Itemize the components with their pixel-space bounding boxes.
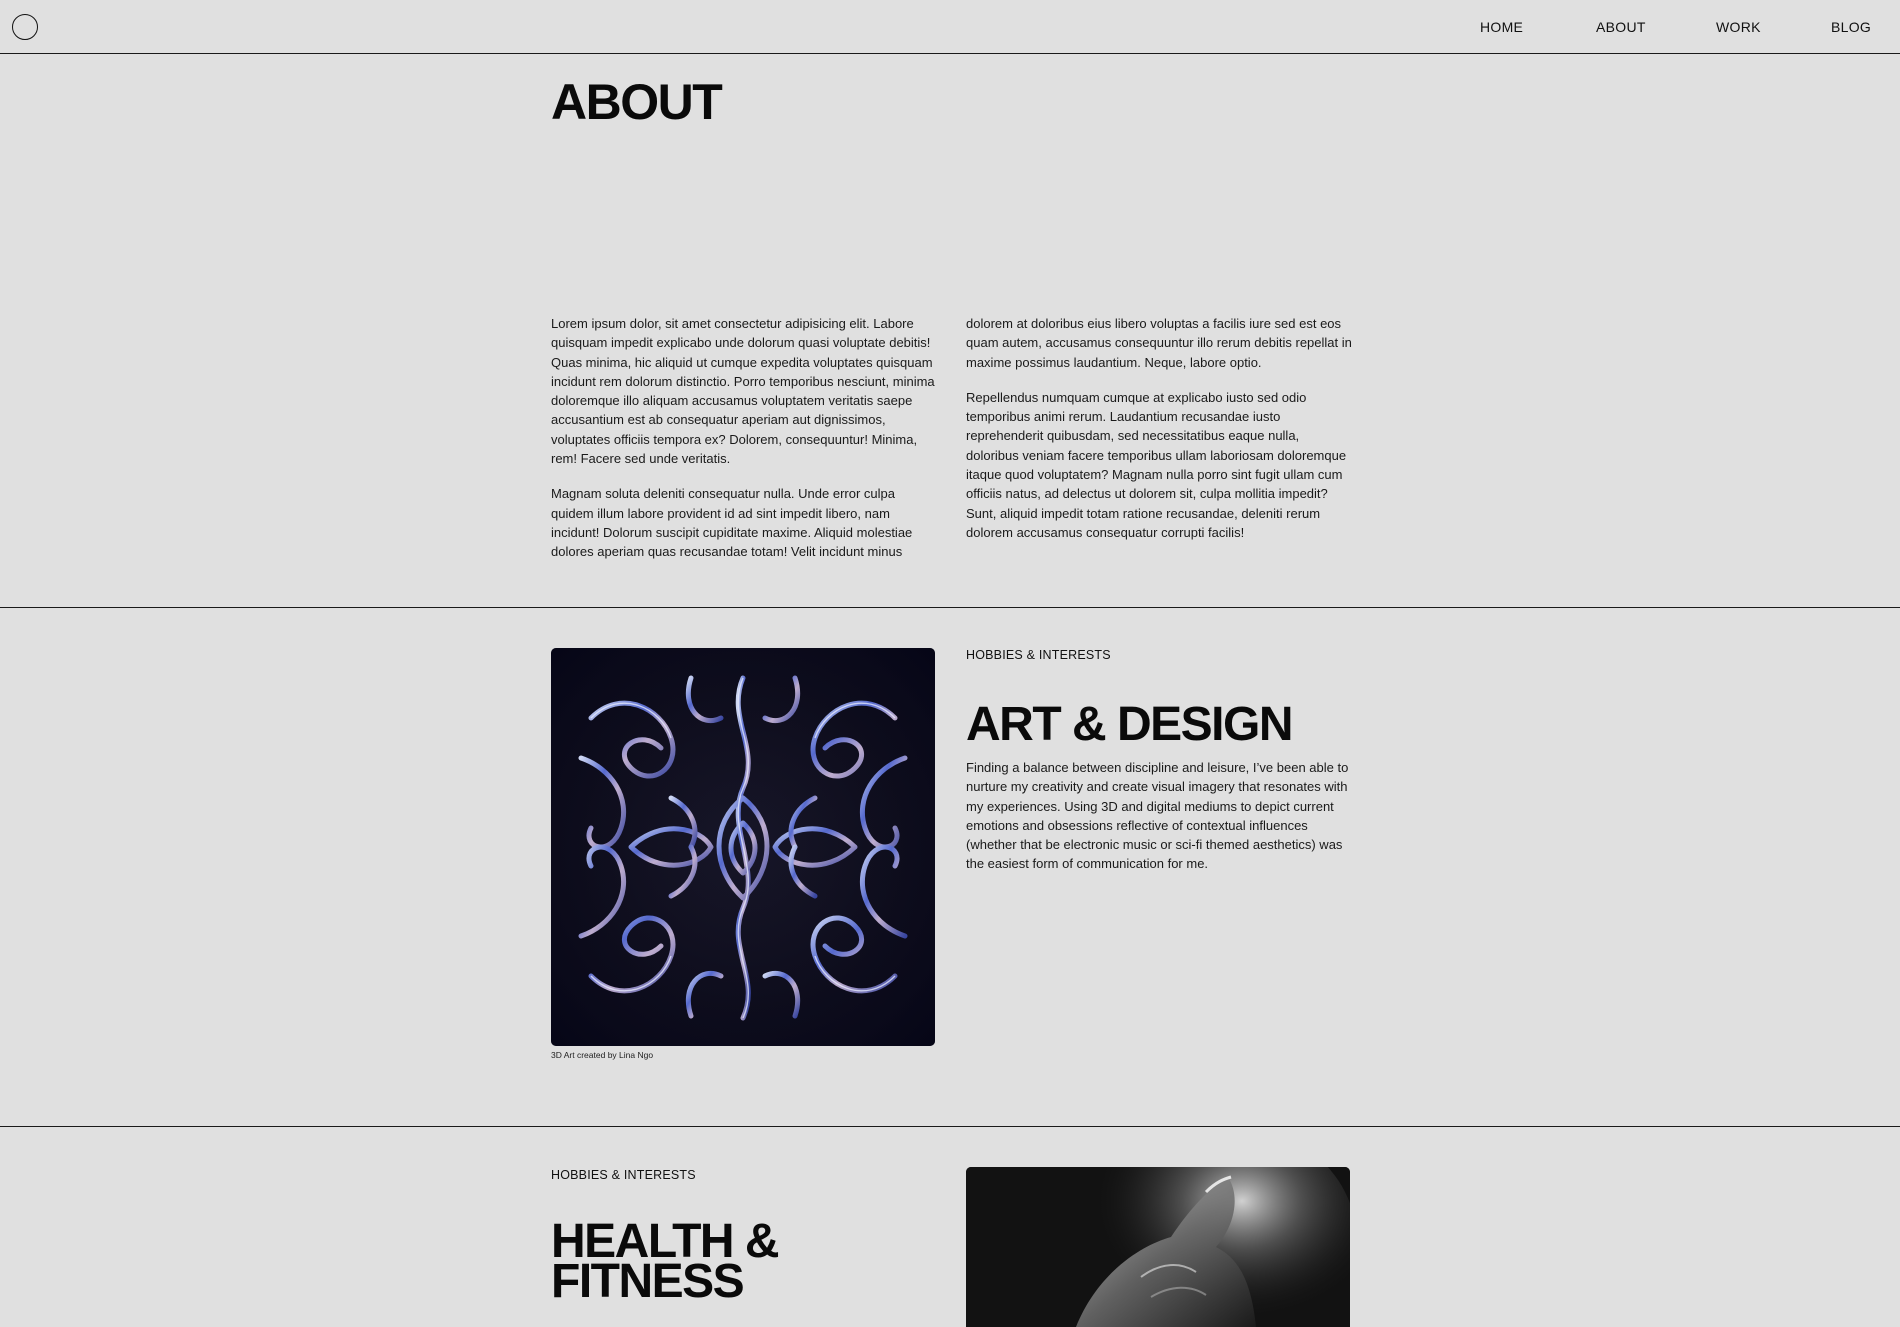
about-section: ABOUT Lorem ipsum dolor, sit amet consec… <box>0 55 1900 608</box>
art-body: Finding a balance between discipline and… <box>966 758 1352 890</box>
logo-circle-icon[interactable] <box>12 14 38 40</box>
art-title: ART & DESIGN <box>966 698 1294 751</box>
about-paragraph: dolorem at doloribus eius libero volupta… <box>966 316 1352 370</box>
health-title: HEALTH & FITNESS <box>551 1215 780 1308</box>
art-eyebrow: HOBBIES & INTERESTS <box>966 648 1111 662</box>
page-title: ABOUT <box>551 74 723 130</box>
about-paragraph: Repellendus numquam cumque at explicabo … <box>966 389 1347 540</box>
fist-photo <box>966 1167 1350 1327</box>
art-image <box>551 648 935 1046</box>
nav-link-home[interactable]: HOME <box>1480 19 1523 35</box>
nav-link-work[interactable]: WORK <box>1716 19 1761 35</box>
fitness-image <box>966 1167 1350 1327</box>
health-fitness-section: HOBBIES & INTERESTS HEALTH & FITNESS <box>0 1128 1900 1327</box>
about-paragraph: Magnam soluta deleniti consequatur nulla… <box>551 486 913 560</box>
about-column-left: Lorem ipsum dolor, sit amet consectetur … <box>551 314 937 578</box>
about-column-right: dolorem at doloribus eius libero volupta… <box>966 314 1352 558</box>
art-image-caption: 3D Art created by Lina Ngo <box>551 1050 654 1060</box>
health-eyebrow: HOBBIES & INTERESTS <box>551 1168 696 1182</box>
top-nav-bar: HOME ABOUT WORK BLOG <box>0 0 1900 54</box>
about-paragraph: Lorem ipsum dolor, sit amet consectetur … <box>551 316 935 467</box>
art-paragraph: Finding a balance between discipline and… <box>966 760 1349 872</box>
nav-link-about[interactable]: ABOUT <box>1596 19 1646 35</box>
art-design-section: 3D Art created by Lina Ngo HOBBIES & INT… <box>0 608 1900 1127</box>
nav-link-blog[interactable]: BLOG <box>1831 19 1871 35</box>
chrome-ornament-artwork <box>551 648 935 1046</box>
